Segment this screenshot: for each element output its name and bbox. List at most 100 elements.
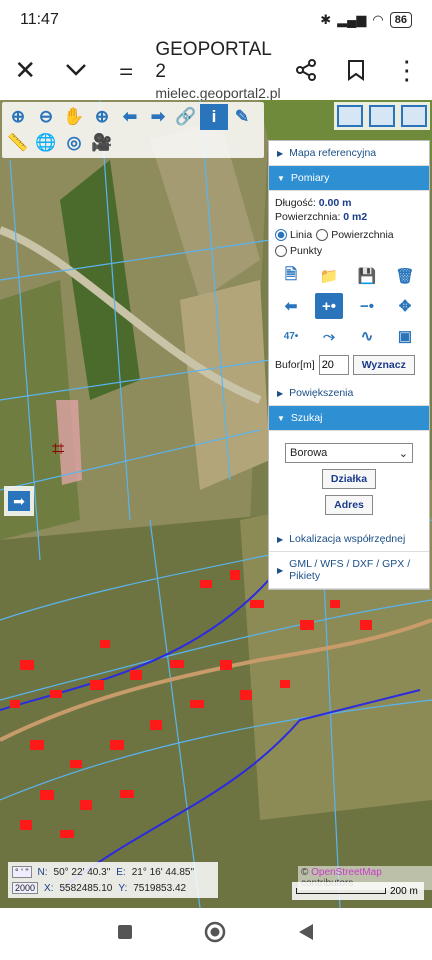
- x-value: 5582485.10: [59, 882, 113, 894]
- zoom-extent-icon[interactable]: ⊕: [88, 104, 116, 130]
- scale-bar: 200 m: [292, 882, 424, 900]
- edit-icon[interactable]: ✎: [228, 104, 256, 130]
- epsg-toggle[interactable]: 2000: [12, 882, 39, 894]
- target-icon[interactable]: ◎: [60, 130, 88, 156]
- measure-tools-grid: 🗎 📁 💾 🗑 ⬅ +• −• ✥ 47• ⤳ ∿ ▣: [277, 263, 421, 349]
- select-value: Borowa: [290, 447, 328, 459]
- radio-linia[interactable]: Linia: [275, 229, 312, 241]
- dzialka-button[interactable]: Działka: [321, 469, 377, 489]
- y-value: 7519853.42: [133, 882, 187, 894]
- accordion-lokalizacja[interactable]: ▶ Lokalizacja współrzędnej: [269, 527, 429, 552]
- chevron-down-icon[interactable]: [50, 40, 100, 100]
- arrow-right-icon: ➡: [8, 491, 30, 511]
- tools-panel: ▶ Mapa referencyjna ▼ Pomiary Długość: 0.0…: [268, 140, 430, 590]
- window-icon[interactable]: [337, 105, 363, 127]
- buffer-label: Bufor[m]: [275, 359, 315, 371]
- ruler-icon[interactable]: 📏: [4, 130, 32, 156]
- chevron-right-icon: ▶: [277, 148, 284, 158]
- zoom-in-icon[interactable]: ⊕: [4, 104, 32, 130]
- share-icon[interactable]: [281, 40, 331, 100]
- area-row: Powierzchnia: 0 m2: [275, 211, 423, 223]
- point-height-icon[interactable]: 47•: [277, 323, 305, 349]
- length-label: Długość:: [275, 197, 316, 209]
- site-settings-icon[interactable]: ⚌: [101, 40, 151, 100]
- accordion-szukaj[interactable]: ▼ Szukaj: [269, 406, 429, 431]
- arrow-panel-icon[interactable]: [369, 105, 395, 127]
- trash-icon[interactable]: 🗑: [391, 263, 419, 289]
- status-icons: ✱ ▂▄▆ ◠ 86: [320, 12, 412, 28]
- length-value: 0.00 m: [318, 197, 352, 209]
- svg-text:⌗: ⌗: [52, 437, 64, 462]
- accordion-label: Powiększenia: [289, 387, 354, 399]
- radio-punkty[interactable]: Punkty: [275, 245, 322, 257]
- accordion-pomiary[interactable]: ▼ Pomiary: [269, 166, 429, 191]
- accordion-label: Pomiary: [290, 172, 330, 184]
- expand-panel-button[interactable]: ➡: [4, 486, 34, 516]
- add-point-icon[interactable]: +•: [315, 293, 343, 319]
- y-label: Y:: [118, 882, 128, 894]
- adres-wrap: Adres: [275, 495, 423, 515]
- adres-button[interactable]: Adres: [325, 495, 373, 515]
- cube-icon[interactable]: ▣: [391, 323, 419, 349]
- battery-icon: 86: [389, 12, 412, 28]
- accordion-gml[interactable]: ▶ GML / WFS / DXF / GPX / Pikiety: [269, 552, 429, 589]
- page-title: GEOPORTAL 2: [155, 39, 272, 82]
- zoom-out-icon[interactable]: ⊖: [32, 104, 60, 130]
- undo-arrow-icon[interactable]: ⬅: [277, 293, 305, 319]
- info-icon[interactable]: i: [200, 104, 228, 130]
- map-toolbar: ⊕ ⊖ ✋ ⊕ ⬅ ➡ 🔗 i ✎ 📏 🌐 ◎ 🎥: [2, 102, 264, 158]
- e-value: 21° 16' 44.85": [131, 866, 194, 878]
- length-row: Długość: 0.00 m: [275, 197, 423, 209]
- radio-dot: [275, 245, 287, 257]
- chevron-down-icon: ⌄: [398, 447, 408, 460]
- camera-icon[interactable]: 🎥: [88, 130, 116, 156]
- link-icon[interactable]: 🔗: [172, 104, 200, 130]
- bookmark-icon[interactable]: [331, 40, 381, 100]
- back-icon[interactable]: [297, 923, 315, 946]
- home-icon[interactable]: [203, 920, 227, 949]
- panel-toggle-toolbar: [334, 102, 430, 130]
- bluetooth-icon: ✱: [320, 12, 332, 27]
- radio-label: Powierzchnia: [331, 229, 394, 241]
- pan-hand-icon[interactable]: ✋: [60, 104, 88, 130]
- osm-link[interactable]: OpenStreetMap: [311, 867, 382, 878]
- area-value: 0 m2: [343, 211, 368, 223]
- chevron-down-icon: ▼: [277, 413, 285, 423]
- location-select[interactable]: Borowa ⌄: [285, 443, 413, 463]
- more-menu-icon[interactable]: ⋮: [382, 40, 432, 100]
- buffer-input[interactable]: [318, 355, 349, 375]
- deg-format-toggle[interactable]: ° ' ": [12, 866, 32, 878]
- close-icon[interactable]: ✕: [0, 40, 50, 100]
- app-bar: ✕ ⚌ GEOPORTAL 2 mielec.geoportal2.pl ⋮: [0, 39, 432, 101]
- document-icon[interactable]: 🗎: [277, 263, 305, 289]
- accordion-label: GML / WFS / DXF / GPX / Pikiety: [289, 558, 411, 582]
- back-arrow-icon[interactable]: ⬅: [116, 104, 144, 130]
- geo-coords-row: ° ' " N: 50° 22' 40.3" E: 21° 16' 44.85": [12, 864, 214, 880]
- buffer-row: Bufor[m] Wyznacz: [275, 355, 423, 375]
- radio-dot: [275, 229, 287, 241]
- radio-powierzchnia[interactable]: Powierzchnia: [316, 229, 394, 241]
- recents-icon[interactable]: [117, 924, 133, 945]
- page-url: mielec.geoportal2.pl: [155, 85, 281, 101]
- move-point-icon[interactable]: ✥: [391, 293, 419, 319]
- accordion-label: Lokalizacja współrzędnej: [289, 533, 406, 545]
- chevron-right-icon: ▶: [277, 565, 284, 575]
- status-time: 11:47: [20, 11, 59, 28]
- accordion-mapa-referencyjna[interactable]: ▶ Mapa referencyjna: [269, 141, 429, 166]
- forward-arrow-icon[interactable]: ➡: [144, 104, 172, 130]
- folder-icon[interactable]: 📁: [315, 263, 343, 289]
- remove-point-icon[interactable]: −•: [353, 293, 381, 319]
- accordion-label: Mapa referencyjna: [289, 147, 377, 159]
- globe-icon[interactable]: 🌐: [32, 130, 60, 156]
- signal-icon: ▂▄▆: [337, 12, 367, 27]
- polyline-icon[interactable]: ⤳: [315, 323, 343, 349]
- radio-label: Punkty: [290, 245, 323, 257]
- curve-icon[interactable]: ∿: [353, 323, 381, 349]
- accordion-label: Szukaj: [290, 412, 323, 424]
- wyznacz-button[interactable]: Wyznacz: [352, 355, 415, 375]
- side-panel-icon[interactable]: [401, 105, 427, 127]
- system-navbar: [0, 908, 432, 960]
- save-icon[interactable]: 💾: [353, 263, 381, 289]
- coordinates-box: ° ' " N: 50° 22' 40.3" E: 21° 16' 44.85"…: [8, 862, 218, 898]
- accordion-powiekszenia[interactable]: ▶ Powiększenia: [269, 381, 429, 406]
